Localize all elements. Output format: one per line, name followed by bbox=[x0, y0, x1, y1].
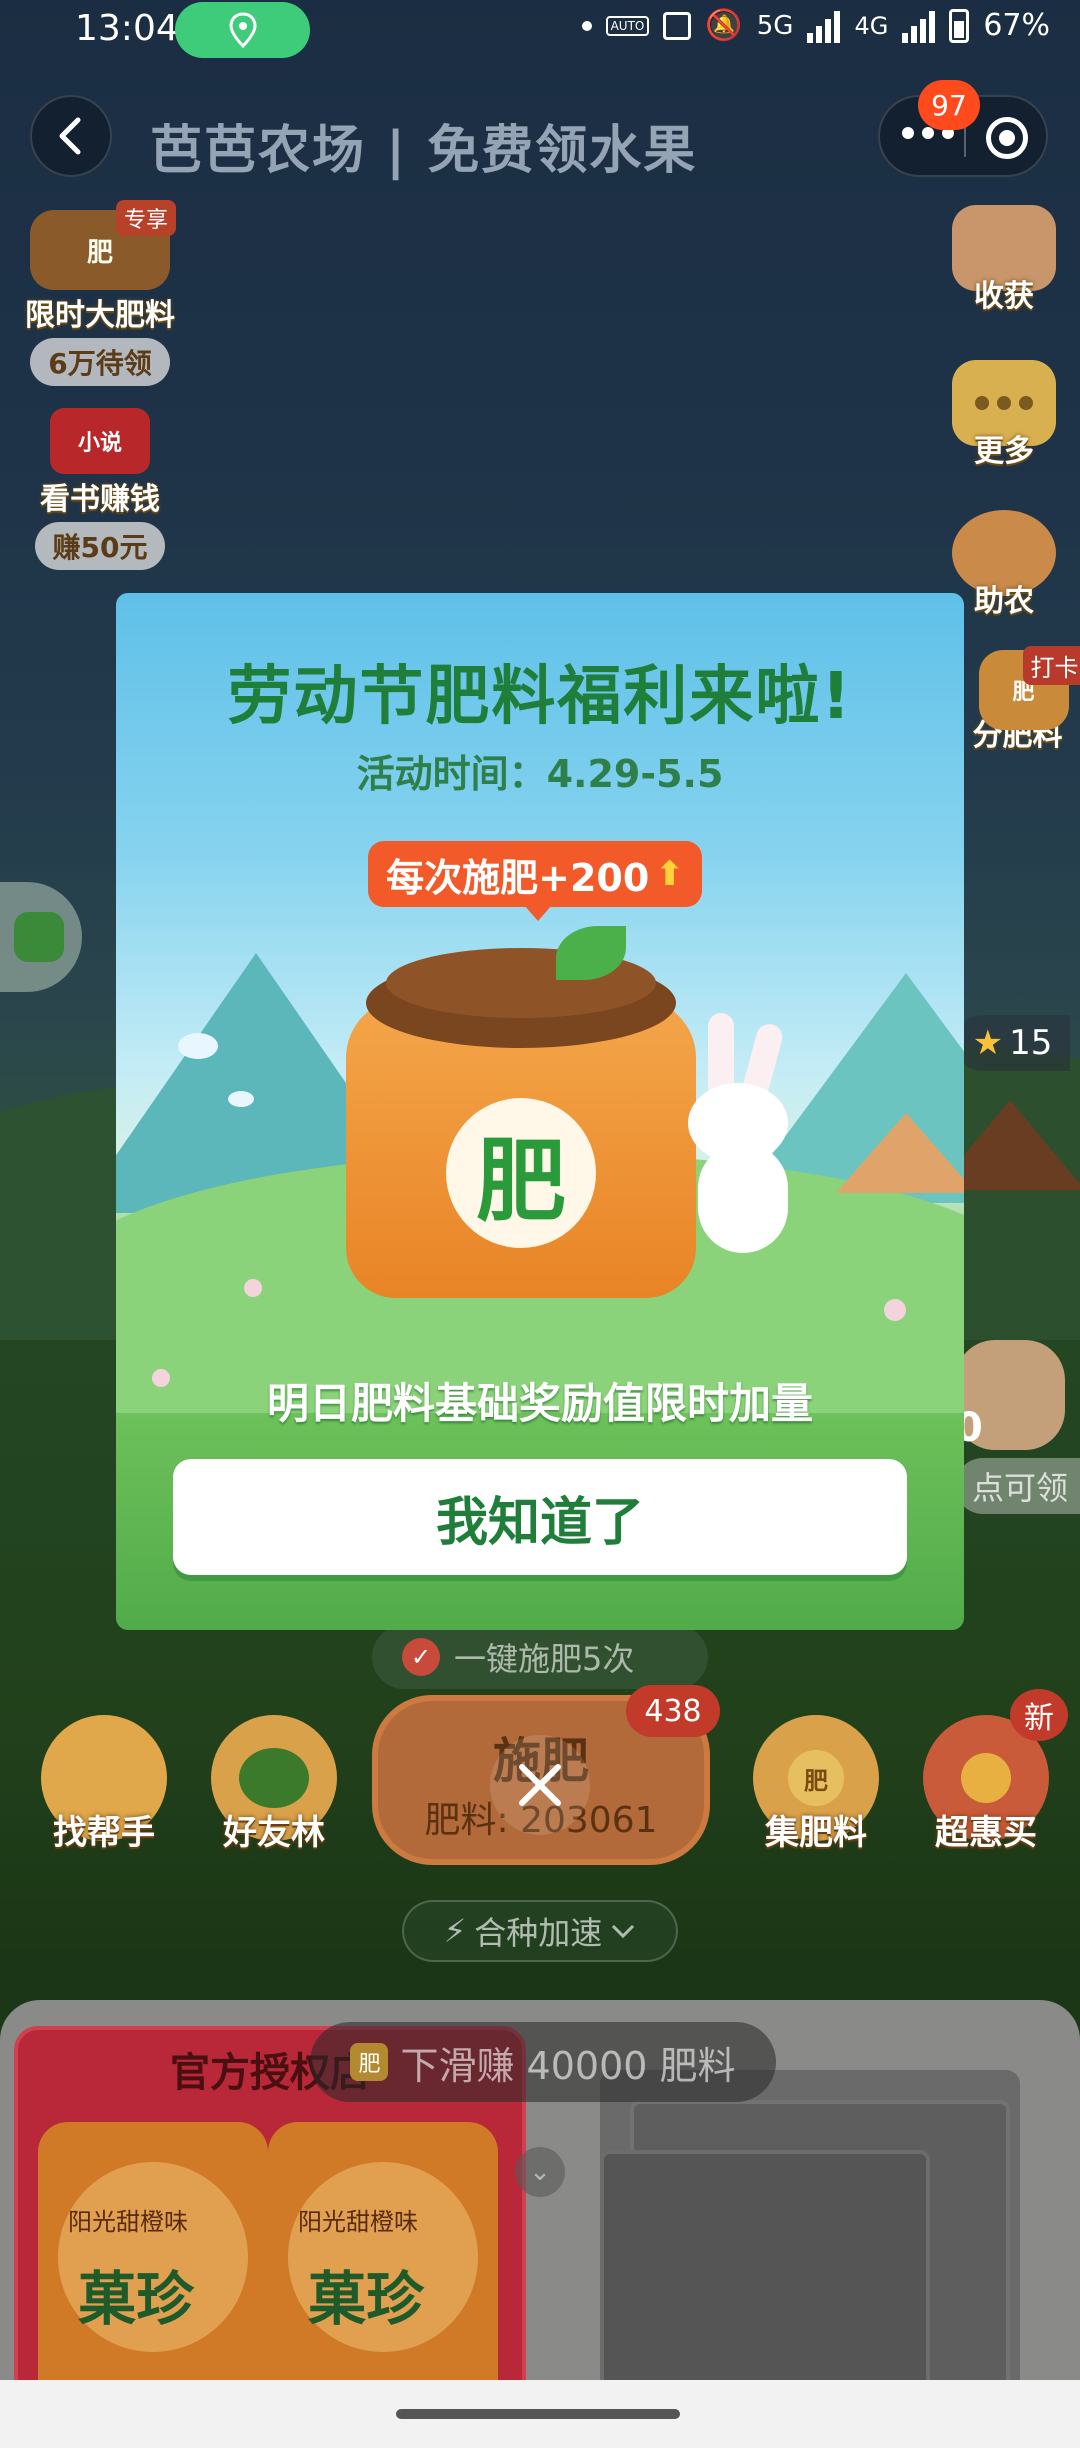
labor-day-promo-dialog: 劳动节肥料福利来啦! 活动时间：4.29-5.5 每次施肥+200 ⬆ 肥 明日… bbox=[116, 593, 964, 1630]
auto-hz-icon: AUTO bbox=[605, 15, 650, 36]
location-pin-icon bbox=[228, 12, 257, 48]
more-label: 更多 bbox=[974, 434, 1034, 469]
harvest-widget[interactable]: 收获 bbox=[940, 205, 1068, 315]
claim-label: 点可领 bbox=[955, 1458, 1080, 1514]
chevron-down-icon bbox=[612, 1924, 635, 1939]
star-icon: ★ bbox=[972, 1023, 1004, 1063]
mute-bell-icon: 🔕 bbox=[705, 8, 743, 43]
battery-percent: 67% bbox=[983, 8, 1050, 43]
dialog-title: 劳动节肥料福利来啦! bbox=[227, 660, 853, 734]
fertilizer-bag-illustration: 肥 bbox=[346, 926, 696, 1298]
flower-icon bbox=[884, 1299, 906, 1321]
fertilize-badge: 438 bbox=[626, 1685, 720, 1737]
count-pill: ★ 15 bbox=[955, 1015, 1070, 1071]
share-fertilizer-widget[interactable]: 肥 打卡 分肥料 bbox=[955, 646, 1080, 754]
collect-fertilizer-button[interactable]: 肥 集肥料 bbox=[746, 1715, 886, 1854]
nfc-icon bbox=[663, 11, 692, 40]
menu-badge: 97 bbox=[918, 80, 980, 130]
flower-icon bbox=[244, 1279, 262, 1297]
got-it-button[interactable]: 我知道了 bbox=[173, 1459, 907, 1575]
novel-label: 看书赚钱 bbox=[40, 482, 160, 517]
fertilizer-chest-icon: 肥 专享 bbox=[30, 200, 176, 290]
kite-icon bbox=[178, 1033, 218, 1059]
tent-icon bbox=[836, 1113, 964, 1193]
status-time: 13:04 bbox=[75, 8, 179, 49]
close-dialog-button[interactable] bbox=[490, 1735, 590, 1835]
battery-icon bbox=[949, 8, 970, 43]
find-helper-button[interactable]: 找帮手 bbox=[34, 1715, 174, 1854]
arrow-up-icon: ⬆ bbox=[655, 854, 684, 894]
rabbit-illustration bbox=[688, 1013, 808, 1253]
signal-icon bbox=[807, 9, 841, 43]
double-chevron-down-icon[interactable]: ⌄ bbox=[515, 2147, 565, 2197]
status-icons: AUTO 🔕 5G 4G 67% bbox=[581, 8, 1050, 43]
bird-icon bbox=[228, 1091, 254, 1107]
friend-forest-button[interactable]: 好友林 bbox=[204, 1715, 344, 1854]
close-icon bbox=[519, 1764, 561, 1806]
limited-fertilizer-label: 限时大肥料 bbox=[25, 298, 175, 333]
dialog-description: 明日肥料基础奖励值限时加量 bbox=[266, 1379, 813, 1428]
novel-pill: 赚50元 bbox=[34, 522, 166, 570]
one-key-fertilize-toggle[interactable]: ✓ 一键施肥5次 bbox=[372, 1625, 708, 1689]
fertilizer-coin-icon: 肥 bbox=[350, 2043, 389, 2081]
limited-fertilizer-pill: 6万待领 bbox=[30, 338, 170, 386]
novel-widget[interactable]: 小说 看书赚钱 赚50元 bbox=[16, 408, 184, 570]
dialog-subtitle: 活动时间：4.29-5.5 bbox=[356, 752, 724, 796]
status-bar: 13:04 AUTO 🔕 5G 4G 67% bbox=[0, 0, 1080, 60]
close-miniapp-icon[interactable] bbox=[986, 117, 1028, 159]
location-indicator bbox=[175, 2, 310, 58]
book-icon: 小说 bbox=[50, 408, 150, 474]
back-button[interactable] bbox=[30, 95, 112, 177]
speed-up-dropdown[interactable]: ⚡ 合种加速 bbox=[402, 1900, 678, 1962]
check-icon: ✓ bbox=[402, 1638, 440, 1676]
harvest-label: 收获 bbox=[974, 279, 1034, 314]
swipe-reward-prompt[interactable]: 肥 下滑赚 40000 肥料 bbox=[310, 2022, 776, 2102]
network-4g: 4G bbox=[854, 11, 889, 40]
super-deal-button[interactable]: 超惠买 新 bbox=[916, 1689, 1068, 1854]
home-indicator[interactable] bbox=[396, 2409, 680, 2419]
lightning-icon: ⚡ bbox=[443, 1912, 467, 1950]
chevron-left-icon bbox=[59, 117, 81, 155]
check-in-tag: 打卡 bbox=[1022, 646, 1080, 685]
signal-2-icon bbox=[902, 9, 936, 43]
network-5g: 5G bbox=[756, 10, 794, 41]
new-badge: 新 bbox=[1010, 1689, 1068, 1741]
page-title: 芭芭农场 | 免费领水果 bbox=[150, 121, 698, 181]
bag-label: 肥 bbox=[446, 1098, 596, 1248]
limited-fertilizer-widget[interactable]: 肥 专享 限时大肥料 6万待领 bbox=[16, 200, 184, 386]
exclusive-ribbon: 专享 bbox=[115, 200, 176, 236]
bonus-tag: 每次施肥+200 ⬆ bbox=[368, 841, 702, 921]
fertilizer-bag-icon: 肥 打卡 bbox=[978, 646, 1080, 730]
claim-widget[interactable]: 0 点可领 bbox=[955, 1340, 1080, 1514]
dot-icon bbox=[581, 20, 592, 31]
more-widget[interactable]: 更多 bbox=[940, 360, 1068, 470]
